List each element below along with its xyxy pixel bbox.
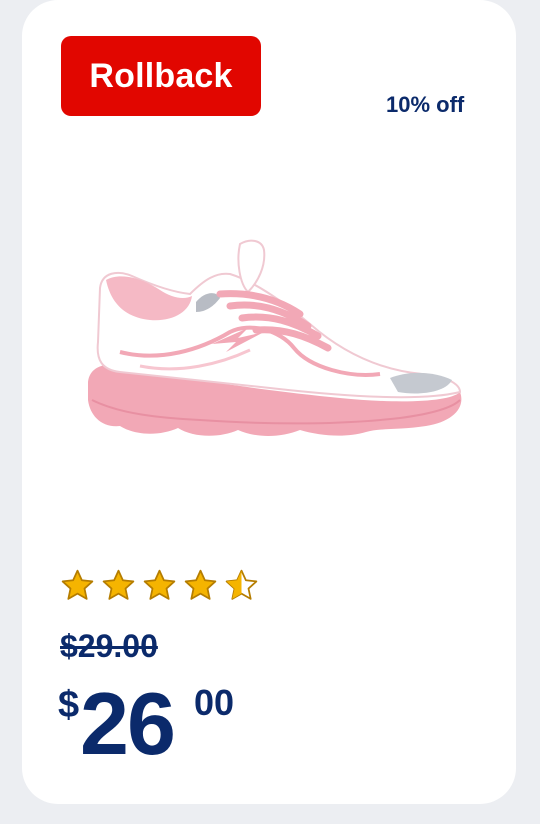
price-whole: 26 <box>80 674 176 773</box>
star-full-icon <box>184 569 217 600</box>
star-full-icon <box>61 569 94 600</box>
sneaker-image[interactable] <box>80 232 466 448</box>
star-full-icon <box>102 569 135 600</box>
star-half-icon <box>225 569 258 600</box>
rollback-badge: Rollback <box>61 36 261 116</box>
star-full-icon <box>143 569 176 600</box>
price-cents: 00 <box>194 682 235 723</box>
rating-stars <box>60 568 259 603</box>
original-price: $29.00 <box>60 628 158 664</box>
rollback-badge-label: Rollback <box>89 56 233 95</box>
discount-label: 10% off <box>386 92 465 117</box>
price-currency: $ <box>58 684 80 726</box>
